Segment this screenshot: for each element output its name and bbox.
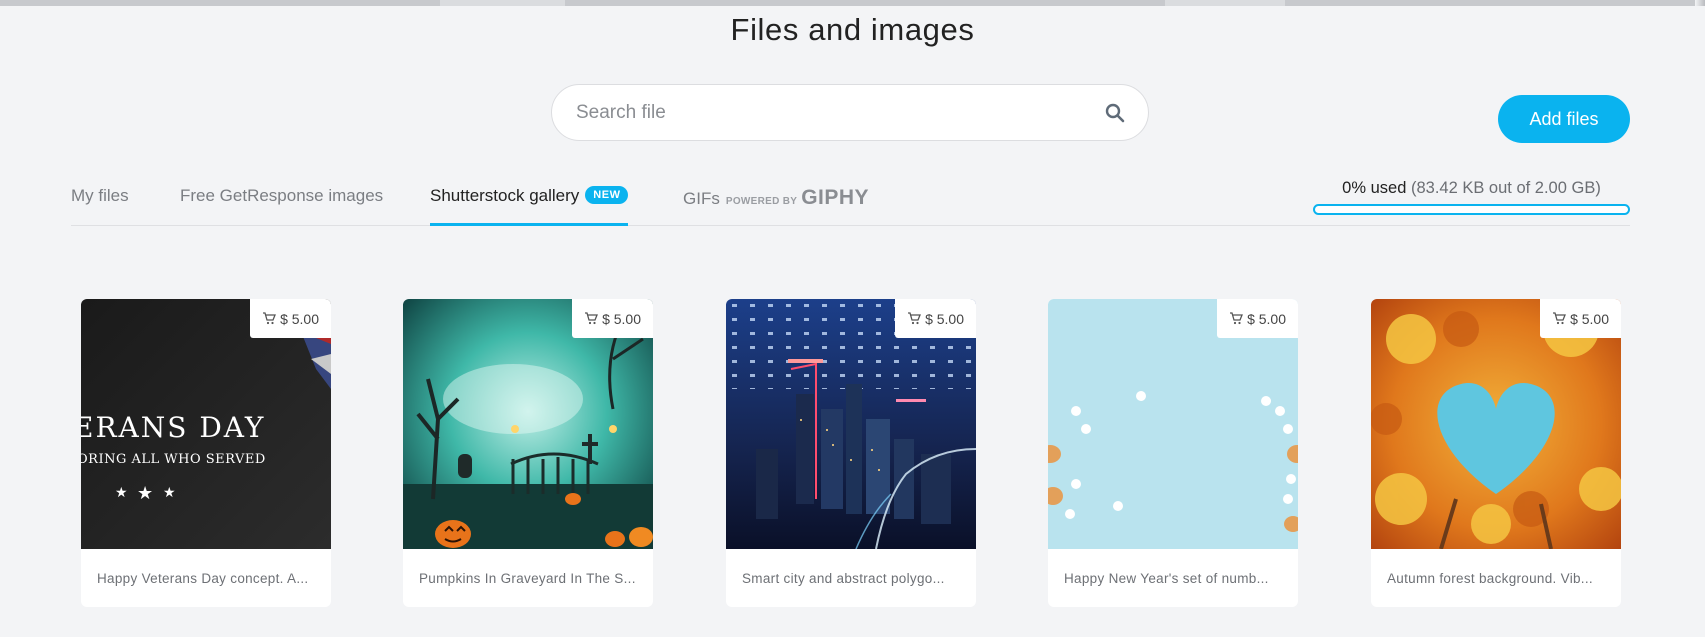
gallery-item[interactable]: $ 5.00 Autumn forest background. Vib... xyxy=(1371,299,1621,607)
search-input[interactable] xyxy=(576,101,1104,124)
price-value: $ 5.00 xyxy=(602,310,641,327)
svg-text:★: ★ xyxy=(115,484,128,500)
tab-shutterstock-gallery[interactable]: Shutterstock gallery NEW xyxy=(430,186,629,226)
search-icon[interactable] xyxy=(1104,102,1126,124)
thumbnail-veterans-day[interactable]: ERANS DAY ORING ALL WHO SERVED ★ ★ ★ $ 5… xyxy=(81,299,331,549)
image-caption: Happy New Year's set of numb... xyxy=(1064,570,1269,586)
storage-detail: (83.42 KB out of 2.00 GB) xyxy=(1410,179,1601,197)
gallery-item[interactable]: $ 5.00 Happy New Year's set of numb... xyxy=(1048,299,1298,607)
price-value: $ 5.00 xyxy=(1247,310,1286,327)
powered-by-text: POWERED BY xyxy=(725,196,798,207)
gallery-item[interactable]: $ 5.00 Smart city and abstract polygo... xyxy=(726,299,976,607)
thumbnail-autumn-forest[interactable]: $ 5.00 xyxy=(1371,299,1621,549)
thumbnail-pumpkins-graveyard[interactable]: $ 5.00 xyxy=(403,299,653,549)
cart-icon xyxy=(1552,312,1567,325)
price-value: $ 5.00 xyxy=(925,310,964,327)
image-caption: Smart city and abstract polygo... xyxy=(742,570,945,586)
storage-percent: 0% used xyxy=(1342,179,1407,197)
price-tag[interactable]: $ 5.00 xyxy=(895,299,976,338)
tab-label: GIFs xyxy=(683,189,720,208)
cart-icon xyxy=(1229,312,1244,325)
modal-title: Files and images xyxy=(730,12,975,47)
svg-text:★: ★ xyxy=(163,484,176,500)
new-badge: NEW xyxy=(585,186,629,204)
image-caption: Happy Veterans Day concept. A... xyxy=(97,570,309,586)
tab-label: Shutterstock gallery xyxy=(430,186,580,205)
price-value: $ 5.00 xyxy=(280,310,319,327)
svg-text:★: ★ xyxy=(137,483,153,503)
cart-icon xyxy=(584,312,599,325)
add-files-button[interactable]: Add files xyxy=(1498,95,1630,143)
thumb-text: ERANS DAY xyxy=(81,411,265,444)
tab-label: Free GetResponse images xyxy=(180,186,384,205)
tab-my-files[interactable]: My files xyxy=(71,186,129,226)
image-caption: Pumpkins In Graveyard In The S... xyxy=(419,570,636,586)
gallery-item[interactable]: ERANS DAY ORING ALL WHO SERVED ★ ★ ★ $ 5… xyxy=(81,299,331,607)
price-value: $ 5.00 xyxy=(1570,310,1609,327)
thumbnail-new-year[interactable]: $ 5.00 xyxy=(1048,299,1298,549)
price-tag[interactable]: $ 5.00 xyxy=(1540,299,1621,338)
price-tag[interactable]: $ 5.00 xyxy=(1217,299,1298,338)
tab-free-getresponse-images[interactable]: Free GetResponse images xyxy=(180,186,383,226)
tab-gifs[interactable]: GIFs POWERED BY GIPHY xyxy=(683,186,869,226)
files-and-images-modal: Files and images Add files My files Free… xyxy=(0,6,1705,637)
storage-usage-text: 0% used (83.42 KB out of 2.00 GB) xyxy=(1313,179,1630,198)
storage-progress-bar xyxy=(1313,204,1630,215)
thumb-subtext: ORING ALL WHO SERVED xyxy=(81,452,266,467)
cart-icon xyxy=(907,312,922,325)
giphy-logo: GIPHY xyxy=(801,186,870,209)
tab-label: My files xyxy=(71,186,129,205)
price-tag[interactable]: $ 5.00 xyxy=(250,299,331,338)
cart-icon xyxy=(262,312,277,325)
price-tag[interactable]: $ 5.00 xyxy=(572,299,653,338)
search-box[interactable] xyxy=(551,84,1149,141)
thumbnail-smart-city[interactable]: $ 5.00 xyxy=(726,299,976,549)
gallery-item[interactable]: $ 5.00 Pumpkins In Graveyard In The S... xyxy=(403,299,653,607)
image-caption: Autumn forest background. Vib... xyxy=(1387,570,1593,586)
